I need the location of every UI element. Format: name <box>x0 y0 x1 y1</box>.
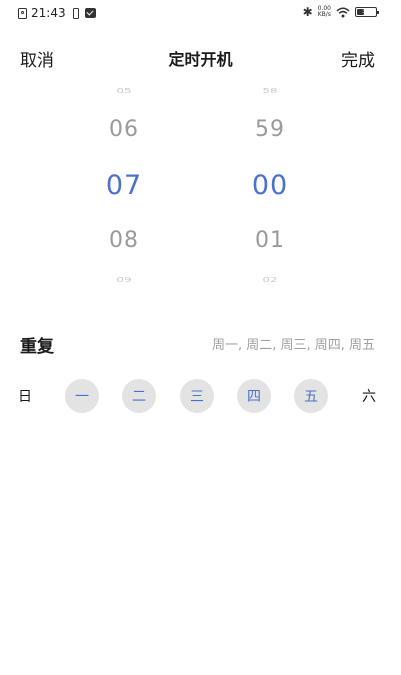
file-icon <box>18 7 27 19</box>
repeat-row[interactable]: 重复 周一, 周二, 周三, 周四, 周五 <box>0 330 401 358</box>
done-button[interactable]: 完成 <box>341 46 375 71</box>
day-wednesday[interactable]: 三 <box>180 379 214 413</box>
hour-option[interactable]: 09 <box>84 276 164 284</box>
phone-icon <box>72 7 79 19</box>
day-thursday[interactable]: 四 <box>237 379 271 413</box>
hour-selected[interactable]: 07 <box>84 170 164 201</box>
bluetooth-icon: ✱ <box>302 5 313 19</box>
day-tuesday[interactable]: 二 <box>122 379 156 413</box>
hour-option[interactable]: 08 <box>84 228 164 253</box>
hour-option[interactable]: 05 <box>84 87 164 95</box>
network-speed-unit: KB/s <box>317 11 331 18</box>
time-picker: 05 06 07 08 09 58 59 00 01 02 <box>0 78 401 293</box>
repeat-summary: 周一, 周二, 周三, 周四, 周五 <box>211 338 375 353</box>
minute-option[interactable]: 01 <box>230 228 310 253</box>
hour-option[interactable]: 06 <box>84 117 164 142</box>
status-bar-left: 21:43 <box>18 6 96 20</box>
day-monday[interactable]: 一 <box>65 379 99 413</box>
minute-option[interactable]: 58 <box>230 87 310 95</box>
wifi-icon <box>336 7 350 18</box>
day-friday[interactable]: 五 <box>294 379 328 413</box>
battery-level: 37 <box>362 8 370 15</box>
day-saturday[interactable]: 六 <box>352 379 386 413</box>
minute-wheel[interactable]: 58 59 00 01 02 <box>230 78 310 293</box>
minute-option[interactable]: 59 <box>230 117 310 142</box>
hour-wheel[interactable]: 05 06 07 08 09 <box>84 78 164 293</box>
battery-icon: 37 <box>355 7 379 17</box>
network-speed: 0.00 KB/s <box>318 6 331 18</box>
minute-option[interactable]: 02 <box>230 276 310 284</box>
day-sunday[interactable]: 日 <box>8 379 42 413</box>
status-bar-right: ✱ 0.00 KB/s 37 <box>302 5 379 19</box>
minute-selected[interactable]: 00 <box>230 170 310 201</box>
message-icon <box>84 8 96 18</box>
weekday-selector: 日 一 二 三 四 五 六 <box>0 379 401 413</box>
status-bar: 21:43 ✱ 0.00 KB/s 37 <box>0 0 401 28</box>
repeat-label: 重复 <box>20 337 54 357</box>
title-bar: 取消 定时开机 完成 <box>0 40 401 74</box>
status-time: 21:43 <box>31 6 66 20</box>
